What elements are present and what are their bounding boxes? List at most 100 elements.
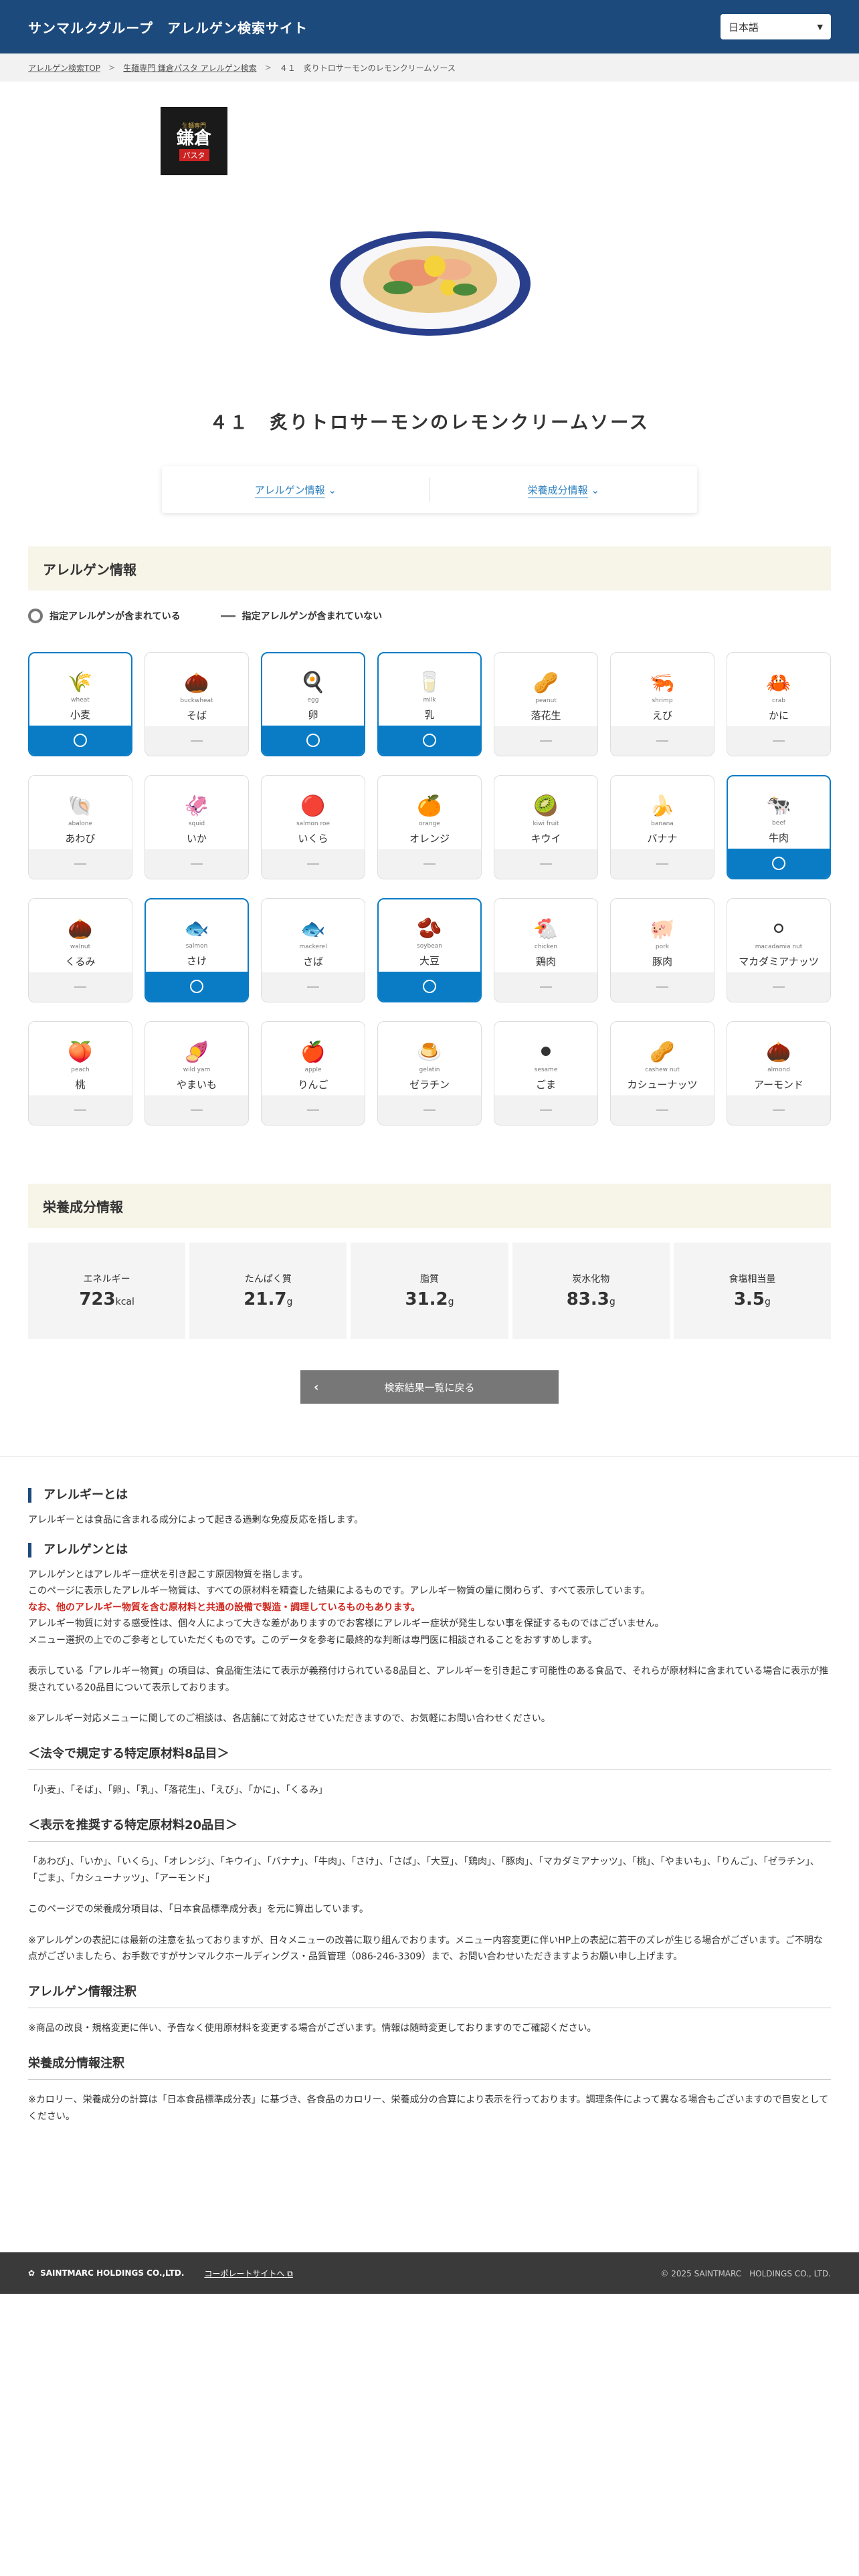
allergen-status <box>378 849 481 879</box>
allergen-jp-label: キウイ <box>531 833 561 845</box>
not-contained-dash-icon <box>540 986 552 988</box>
allergen-status <box>727 1095 830 1125</box>
allergen-jp-label: あわび <box>65 833 96 845</box>
kiwi-icon: 🥝 <box>533 794 559 818</box>
dish-image <box>330 231 531 336</box>
allergen-en-label: wild yam <box>183 1067 211 1073</box>
allergen-jp-label: 桃 <box>75 1079 86 1091</box>
breadcrumb-brand-link[interactable]: 生麺専門 鎌倉パスタ アレルゲン検索 <box>123 62 257 74</box>
allergen-jp-label: いくら <box>298 833 328 845</box>
nutrition-label: エネルギー <box>83 1274 130 1285</box>
logo-main-text: 鎌倉 <box>176 128 211 148</box>
allergen-card-gelatin: 🍮 gelatin ゼラチン <box>377 1021 482 1125</box>
back-to-results-button[interactable]: ‹ 検索結果一覧に戻る <box>300 1370 559 1404</box>
allergen-en-label: pork <box>655 944 670 950</box>
allergen-card-body: 🍌 banana バナナ <box>611 776 714 849</box>
allergen-text-1: アレルゲンとはアレルギー症状を引き起こす原因物質を指します。 <box>28 1569 308 1580</box>
nutrition-cell: たんぱく質 21.7g <box>189 1243 347 1339</box>
tab-nutrition[interactable]: 栄養成分情報 ⌄ <box>430 483 698 498</box>
breadcrumb: アレルゲン検索TOP > 生麺専門 鎌倉パスタ アレルゲン検索 > ４１ 炙りト… <box>0 53 859 82</box>
info-section: アレルギーとは アレルギーとは食品に含まれる成分によって起きる過剰な免疫反応を指… <box>28 1488 831 2125</box>
breadcrumb-separator-icon: > <box>108 63 116 72</box>
allergen-status <box>378 1095 481 1125</box>
allergen-status <box>728 849 830 878</box>
allergen-card-salmon: 🐟 salmon さけ <box>145 898 249 1002</box>
corporate-site-link[interactable]: コーポレートサイトへ ⧉ <box>204 2268 292 2279</box>
not-contained-dash-icon <box>656 863 668 865</box>
allergen-jp-label: カシューナッツ <box>627 1079 698 1091</box>
nutrition-number: 21.7 <box>244 1289 287 1309</box>
allergen-status <box>494 972 597 1002</box>
not-contained-dash-icon <box>540 1109 552 1111</box>
nutrition-label: たんぱく質 <box>244 1274 292 1285</box>
allergen-card-body: 🐔 chicken 鶏肉 <box>494 899 597 972</box>
nutrition-value: 723kcal <box>79 1289 134 1309</box>
allergen-note-text: ※商品の改良・規格変更に伴い、予告なく使用原材料を変更する場合がございます。情報… <box>28 2023 597 2034</box>
allergen-card-soybean: 🫘 soybean 大豆 <box>377 898 482 1002</box>
allergen-card-kiwi-fruit: 🥝 kiwi fruit キウイ <box>494 775 598 879</box>
allergen-status <box>145 849 248 879</box>
allergen-en-label: milk <box>423 697 436 704</box>
contains-ring-icon <box>190 980 203 993</box>
language-select[interactable]: 日本語 ▼ <box>721 14 831 39</box>
contains-ring-icon <box>74 734 87 747</box>
allergen-text-4: メニュー選択の上でのご参考としていただくものです。このデータを参考に最終的な判断… <box>28 1634 597 1646</box>
allergen-status <box>727 726 830 756</box>
allergen-card-wild-yam: 🍠 wild yam やまいも <box>145 1021 249 1125</box>
nutrition-number: 3.5 <box>733 1289 765 1309</box>
not-contained-dash-icon <box>307 1109 319 1111</box>
site-footer: ✿ SAINTMARC HOLDINGS CO.,LTD. コーポレートサイトへ… <box>0 2252 859 2294</box>
allergen-card-body: 🍮 gelatin ゼラチン <box>378 1022 481 1095</box>
allergen-en-label: macadamia nut <box>755 944 803 950</box>
allergen-jp-label: アーモンド <box>753 1079 804 1091</box>
allergen-card-buckwheat: 🌰 buckwheat そば <box>145 652 249 756</box>
allergen-card-body: 🔴 salmon roe いくら <box>262 776 365 849</box>
allergen-en-label: egg <box>307 697 319 704</box>
allergen-text-6: ※アレルギー対応メニューに関してのご相談は、各店舗にて対応させていただきますので… <box>28 1713 551 1725</box>
shrimp-icon: 🦐 <box>650 671 675 695</box>
nutrition-number: 83.3 <box>566 1289 609 1309</box>
milk-icon: 🥛 <box>417 670 442 694</box>
not-contained-dash-icon <box>74 863 86 865</box>
allergen-en-label: peanut <box>535 697 557 704</box>
nutrition-cell: 炭水化物 83.3g <box>512 1243 670 1339</box>
allergen-status <box>494 849 597 879</box>
breadcrumb-top-link[interactable]: アレルゲン検索TOP <box>28 62 100 74</box>
not-contained-dash-icon <box>423 1109 436 1111</box>
allergen-jp-label: 乳 <box>424 709 435 721</box>
allergen-en-label: gelatin <box>419 1067 440 1073</box>
tab-nutrition-label: 栄養成分情報 <box>527 484 588 498</box>
allergen-en-label: buckwheat <box>180 697 213 704</box>
apple-icon: 🍎 <box>300 1040 326 1064</box>
nutrition-value: 31.2g <box>405 1289 454 1309</box>
logo-sub-text: パスタ <box>179 149 209 161</box>
allergen-en-label: cashew nut <box>645 1067 680 1073</box>
allergen-jp-label: さば <box>302 956 323 968</box>
nutrition-value: 3.5g <box>734 1289 771 1309</box>
peanut-icon: 🥜 <box>533 671 559 695</box>
site-title[interactable]: サンマルクグループ アレルゲン検索サイト <box>28 17 308 37</box>
allergen-jp-label: くるみ <box>65 956 96 968</box>
allergen-card-body: 🫘 soybean 大豆 <box>379 899 480 972</box>
tab-allergen[interactable]: アレルゲン情報 ⌄ <box>162 483 430 498</box>
not-contained-dash-icon <box>540 863 552 865</box>
allergen-card-cashew-nut: 🥜 cashew nut カシューナッツ <box>610 1021 714 1125</box>
allergen-card-body: 🌰 walnut くるみ <box>29 899 132 972</box>
banana-icon: 🍌 <box>650 794 675 818</box>
not-contained-dash-icon <box>307 863 319 865</box>
allergen-status <box>611 726 714 756</box>
allergen-en-label: kiwi fruit <box>533 821 559 827</box>
not-contained-dash-icon <box>74 986 86 988</box>
allergen-card-peanut: 🥜 peanut 落花生 <box>494 652 598 756</box>
allergen-card-macadamia-nut: ⚪ macadamia nut マカダミアナッツ <box>727 898 831 1002</box>
allergen-status <box>611 1095 714 1125</box>
allergen-card-shrimp: 🦐 shrimp えび <box>610 652 714 756</box>
allergen-note-heading: アレルゲン情報注釈 <box>28 1981 831 2009</box>
allergen-card-body: 🌾 wheat 小麦 <box>29 653 131 726</box>
egg-icon: 🍳 <box>300 670 326 694</box>
not-contained-dash-icon <box>773 1109 785 1111</box>
external-link-icon: ⧉ <box>287 2268 293 2278</box>
salmon-icon: 🐟 <box>184 916 209 940</box>
allergen-en-label: walnut <box>70 944 91 950</box>
allergen-card-pork: 🐖 pork 豚肉 <box>610 898 714 1002</box>
